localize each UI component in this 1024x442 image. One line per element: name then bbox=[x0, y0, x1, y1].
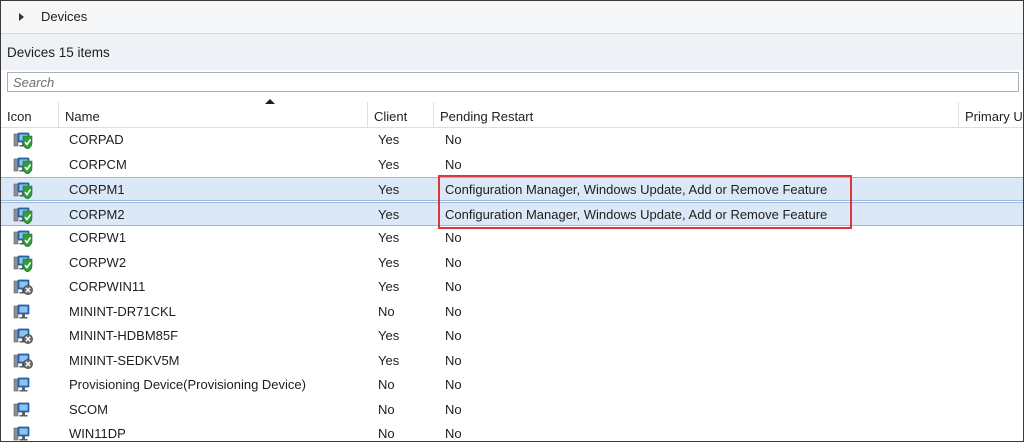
device-ok-icon bbox=[13, 181, 33, 200]
device-name: CORPM1 bbox=[69, 182, 125, 197]
device-ok-icon bbox=[13, 229, 33, 248]
client-status: No bbox=[378, 426, 395, 441]
device-ok-icon bbox=[13, 131, 33, 150]
panel-header: Devices 15 items bbox=[1, 34, 1023, 70]
device-plain-icon bbox=[13, 376, 33, 394]
client-status: Yes bbox=[378, 254, 400, 270]
client-status: Yes bbox=[378, 182, 400, 197]
client-status: No bbox=[378, 377, 395, 392]
device-name: CORPW1 bbox=[69, 230, 127, 245]
device-icon-cell bbox=[13, 178, 35, 202]
device-icon-cell bbox=[13, 324, 35, 348]
panel-title: Devices 15 items bbox=[7, 45, 110, 60]
device-error-icon bbox=[13, 278, 33, 296]
device-name: CORPWIN11 bbox=[69, 279, 146, 294]
client-status: No bbox=[378, 303, 395, 319]
device-name: MININT-SEDKV5M bbox=[69, 352, 180, 368]
pending-restart-status: No bbox=[445, 230, 462, 245]
column-header-row: Icon Name Client Pending Restart Primary… bbox=[1, 99, 1023, 128]
device-plain-icon bbox=[13, 303, 33, 321]
table-row[interactable]: CORPCM Yes No bbox=[1, 153, 1023, 177]
column-header-primary-user[interactable]: Primary U bbox=[959, 102, 1023, 127]
pending-restart-status: No bbox=[445, 279, 462, 294]
device-icon-cell bbox=[13, 398, 35, 422]
device-error-icon bbox=[13, 352, 33, 370]
device-error-icon bbox=[13, 327, 33, 345]
device-ok-icon bbox=[13, 206, 33, 224]
column-header-icon[interactable]: Icon bbox=[1, 102, 59, 127]
client-status: Yes bbox=[378, 352, 400, 368]
column-header-pending-restart[interactable]: Pending Restart bbox=[434, 102, 959, 127]
device-name: MININT-HDBM85F bbox=[69, 328, 179, 343]
pending-restart-status: No bbox=[445, 426, 462, 441]
breadcrumb-truncated-item[interactable]: › bbox=[1, 9, 2, 24]
table-row[interactable]: CORPM2 Yes Configuration Manager, Windows … bbox=[1, 201, 1023, 227]
pending-restart-status: No bbox=[445, 303, 462, 319]
client-status: Yes bbox=[378, 279, 400, 294]
device-icon-cell bbox=[13, 422, 35, 441]
device-icon-cell bbox=[13, 275, 35, 299]
column-header-name-label: Name bbox=[65, 109, 100, 124]
device-ok-icon bbox=[13, 254, 33, 272]
column-header-client[interactable]: Client bbox=[368, 102, 434, 127]
device-name: CORPW2 bbox=[69, 254, 127, 270]
client-status: Yes bbox=[378, 328, 400, 343]
client-status: Yes bbox=[378, 206, 400, 222]
device-ok-icon bbox=[13, 156, 33, 174]
client-status: Yes bbox=[378, 132, 400, 147]
pending-restart-status: No bbox=[445, 328, 462, 343]
table-row[interactable]: CORPW2 Yes No bbox=[1, 251, 1023, 275]
device-icon-cell bbox=[13, 349, 35, 373]
table-row[interactable]: CORPWIN11 Yes No bbox=[1, 275, 1023, 299]
table-row[interactable]: CORPAD Yes No bbox=[1, 128, 1023, 152]
device-name: CORPM2 bbox=[69, 206, 125, 222]
search-input[interactable] bbox=[8, 73, 1018, 91]
device-icon-cell bbox=[13, 153, 35, 177]
device-icon-cell bbox=[13, 128, 35, 152]
table-row[interactable]: CORPM1 Yes Configuration Manager, Windows … bbox=[1, 177, 1023, 201]
device-plain-icon bbox=[13, 401, 33, 419]
table-row[interactable]: Provisioning Device(Provisioning Device)… bbox=[1, 373, 1023, 397]
breadcrumb-item-devices[interactable]: Devices bbox=[41, 9, 87, 24]
device-name: Provisioning Device(Provisioning Device) bbox=[69, 377, 306, 392]
table-row[interactable]: MININT-HDBM85F Yes No bbox=[1, 324, 1023, 348]
pending-restart-status: No bbox=[445, 377, 462, 392]
table-row[interactable]: SCOM No No bbox=[1, 398, 1023, 422]
device-name: WIN11DP bbox=[69, 426, 126, 441]
breadcrumb: › Devices bbox=[1, 1, 1023, 34]
table-row[interactable]: MININT-SEDKV5M Yes No bbox=[1, 349, 1023, 373]
device-icon-cell bbox=[13, 226, 35, 250]
pending-restart-status: No bbox=[445, 132, 462, 147]
pending-restart-status: No bbox=[445, 401, 462, 417]
sort-ascending-icon bbox=[265, 99, 275, 104]
breadcrumb-separator-icon bbox=[19, 13, 24, 21]
pending-restart-status: No bbox=[445, 352, 462, 368]
table-row[interactable]: WIN11DP No No bbox=[1, 422, 1023, 441]
device-icon-cell bbox=[13, 373, 35, 397]
device-name: MININT-DR71CKL bbox=[69, 303, 176, 319]
pending-restart-status: Configuration Manager, Windows Update, A… bbox=[445, 206, 828, 222]
device-name: CORPAD bbox=[69, 132, 124, 147]
search-box[interactable] bbox=[7, 72, 1019, 92]
pending-restart-status: No bbox=[445, 156, 462, 172]
table-row[interactable]: CORPW1 Yes No bbox=[1, 226, 1023, 250]
devices-console-window: › Devices Devices 15 items Icon Name Cli… bbox=[0, 0, 1024, 442]
device-plain-icon bbox=[13, 425, 33, 441]
device-icon-cell bbox=[13, 251, 35, 275]
table-row[interactable]: MININT-DR71CKL No No bbox=[1, 300, 1023, 324]
pending-restart-status: No bbox=[445, 254, 462, 270]
device-name: CORPCM bbox=[69, 156, 127, 172]
client-status: Yes bbox=[378, 230, 400, 245]
client-status: Yes bbox=[378, 156, 400, 172]
column-header-name[interactable]: Name bbox=[59, 99, 368, 127]
device-icon-cell bbox=[13, 203, 35, 227]
client-status: No bbox=[378, 401, 395, 417]
pending-restart-status: Configuration Manager, Windows Update, A… bbox=[445, 182, 828, 197]
device-name: SCOM bbox=[69, 401, 108, 417]
device-icon-cell bbox=[13, 300, 35, 324]
